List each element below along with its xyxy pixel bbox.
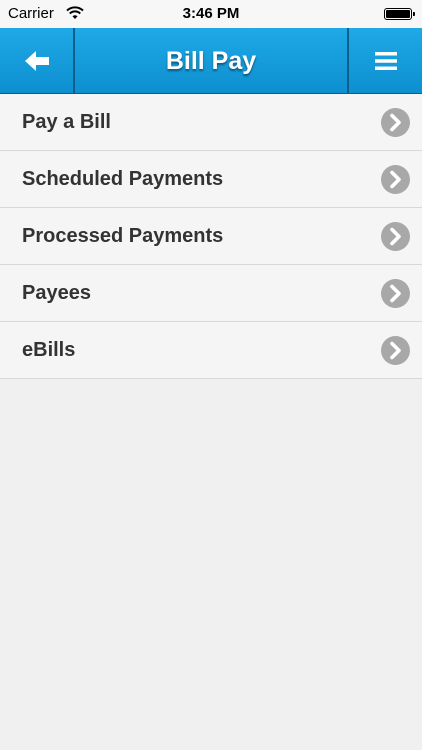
menu-item-payees[interactable]: Payees bbox=[0, 265, 422, 322]
battery-icon bbox=[384, 8, 415, 20]
status-time: 3:46 PM bbox=[182, 5, 240, 22]
chevron-right-circle-icon bbox=[381, 165, 410, 194]
app-screen: Carrier 3:46 PM Bill Pay Pay a Bill Sche… bbox=[0, 0, 422, 750]
menu-item-label: eBills bbox=[22, 339, 76, 361]
menu-button[interactable] bbox=[347, 28, 422, 94]
chevron-right-circle-icon bbox=[381, 222, 410, 251]
menu-item-label: Payees bbox=[22, 282, 91, 304]
menu-item-label: Processed Payments bbox=[22, 225, 224, 247]
chevron-right-circle-icon bbox=[381, 279, 410, 308]
arrow-left-icon bbox=[24, 51, 49, 71]
menu-item-label: Scheduled Payments bbox=[22, 168, 224, 190]
bill-pay-menu: Pay a Bill Scheduled Payments Processed … bbox=[0, 94, 422, 379]
nav-header: Bill Pay bbox=[0, 28, 422, 94]
menu-item-pay-a-bill[interactable]: Pay a Bill bbox=[0, 94, 422, 151]
back-button[interactable] bbox=[0, 28, 75, 94]
menu-item-processed-payments[interactable]: Processed Payments bbox=[0, 208, 422, 265]
menu-item-label: Pay a Bill bbox=[22, 111, 111, 133]
hamburger-menu-icon bbox=[374, 52, 397, 70]
menu-item-ebills[interactable]: eBills bbox=[0, 322, 422, 379]
chevron-right-circle-icon bbox=[381, 108, 410, 137]
menu-item-scheduled-payments[interactable]: Scheduled Payments bbox=[0, 151, 422, 208]
status-bar: Carrier 3:46 PM bbox=[0, 0, 422, 28]
page-title: Bill Pay bbox=[165, 46, 257, 75]
chevron-right-circle-icon bbox=[381, 336, 410, 365]
